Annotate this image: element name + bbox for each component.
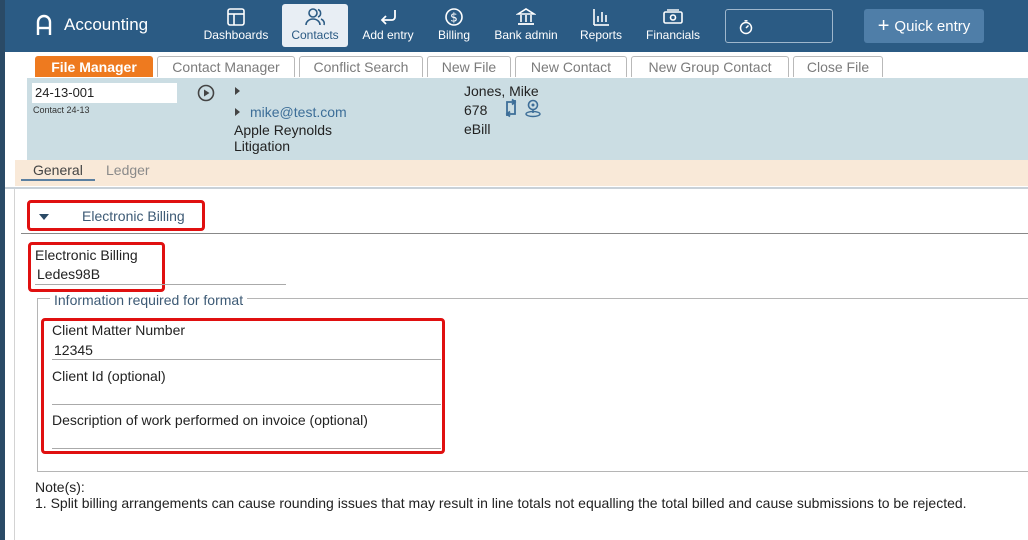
bank-icon (516, 8, 536, 25)
timer-widget[interactable] (725, 9, 833, 43)
subtabs-bar: General Ledger (15, 160, 1028, 186)
note-item: 1. Split billing arrangements can cause … (35, 495, 967, 511)
field-underline (52, 404, 441, 405)
practice-area: Litigation (234, 138, 291, 154)
quick-entry-button[interactable]: + Quick entry (864, 9, 984, 43)
tab-new-contact[interactable]: New Contact (515, 56, 627, 77)
nav-bank-admin[interactable]: Bank admin (488, 4, 564, 47)
notes-title: Note(s): (35, 479, 85, 495)
tab-contact-manager[interactable]: Contact Manager (157, 56, 295, 77)
electronic-billing-select[interactable]: Ledes98B (37, 266, 100, 282)
responsible-number: 678 (464, 102, 488, 118)
dashboard-icon (227, 8, 245, 26)
expand-triangle-icon[interactable] (234, 107, 242, 117)
nav-dashboards[interactable]: Dashboards (201, 4, 271, 47)
subtab-general[interactable]: General (21, 162, 95, 181)
nav-label: Add entry (362, 28, 414, 42)
tab-file-manager[interactable]: File Manager (35, 56, 153, 77)
resp-icons (502, 98, 543, 118)
nav-label: Financials (645, 28, 701, 42)
contact-summary-panel: 24-13-001 Contact 24-13 mike@test.com Ap… (27, 78, 1028, 160)
accounting-logo-icon (36, 14, 52, 35)
responsible-name: Jones, Mike (464, 83, 539, 99)
nav-label: Billing (437, 28, 470, 42)
nav-label: Reports (579, 28, 623, 42)
work-description-label: Description of work performed on invoice… (52, 412, 368, 428)
contacts-icon (305, 8, 326, 26)
electronic-billing-label: Electronic Billing (35, 247, 138, 263)
subtab-ledger[interactable]: Ledger (106, 162, 150, 178)
matter-subtitle: Contact 24-13 (33, 105, 90, 115)
play-circle-icon[interactable] (197, 84, 215, 102)
client-matter-number-label: Client Matter Number (52, 322, 186, 338)
divider (5, 187, 1028, 189)
email-row: mike@test.com (234, 104, 347, 120)
nav-financials[interactable]: Financials (638, 4, 708, 47)
nav-billing[interactable]: $ Billing (429, 4, 479, 47)
electronic-billing-section-header[interactable]: Electronic Billing (21, 200, 1028, 234)
matter-number-input[interactable]: 24-13-001 (32, 83, 177, 103)
client-id-label: Client Id (optional) (52, 368, 166, 384)
field-underline (52, 448, 441, 449)
svg-text:$: $ (450, 11, 458, 25)
left-border (14, 189, 15, 540)
highlight-box (41, 318, 445, 454)
email-link[interactable]: mike@test.com (250, 104, 347, 120)
nav-label: Contacts (291, 28, 339, 42)
quick-entry-label: Quick entry (894, 17, 971, 35)
notes: Note(s): 1. Split billing arrangements c… (35, 479, 967, 511)
stopwatch-icon (739, 20, 753, 35)
tab-new-group-contact[interactable]: New Group Contact (631, 56, 789, 77)
dollar-icon: $ (445, 8, 463, 26)
tab-close-file[interactable]: Close File (793, 56, 883, 77)
nav-add-entry[interactable]: Add entry (357, 4, 419, 47)
format-info-legend: Information required for format (50, 292, 248, 308)
nav-label: Dashboards (203, 28, 269, 42)
location-pin-icon[interactable] (523, 98, 543, 118)
caret-down-icon[interactable] (39, 214, 49, 221)
brand[interactable]: Accounting (35, 14, 148, 36)
section-title: Electronic Billing (82, 208, 185, 224)
main-content: File Manager Contact Manager Conflict Se… (5, 52, 1028, 540)
nav-reports[interactable]: Reports (573, 4, 629, 47)
expand-triangle-icon[interactable] (234, 86, 242, 96)
field-underline (35, 284, 286, 285)
return-arrow-icon (380, 10, 396, 25)
cash-icon (663, 9, 683, 24)
app-title: Accounting (64, 15, 149, 34)
field-underline (52, 359, 441, 360)
client-name: Apple Reynolds (234, 122, 333, 138)
billing-type: eBill (464, 121, 491, 137)
transfer-icon[interactable] (502, 98, 520, 118)
top-nav-bar: Accounting Dashboards Contacts Add entry… (5, 0, 1028, 52)
nav-label: Bank admin (494, 28, 558, 42)
tab-conflict-search[interactable]: Conflict Search (299, 56, 423, 77)
tab-new-file[interactable]: New File (427, 56, 511, 77)
bar-chart-icon (593, 9, 609, 26)
client-matter-number-input[interactable]: 12345 (54, 342, 93, 358)
nav-contacts[interactable]: Contacts (282, 4, 348, 47)
plus-icon: + (877, 15, 890, 37)
